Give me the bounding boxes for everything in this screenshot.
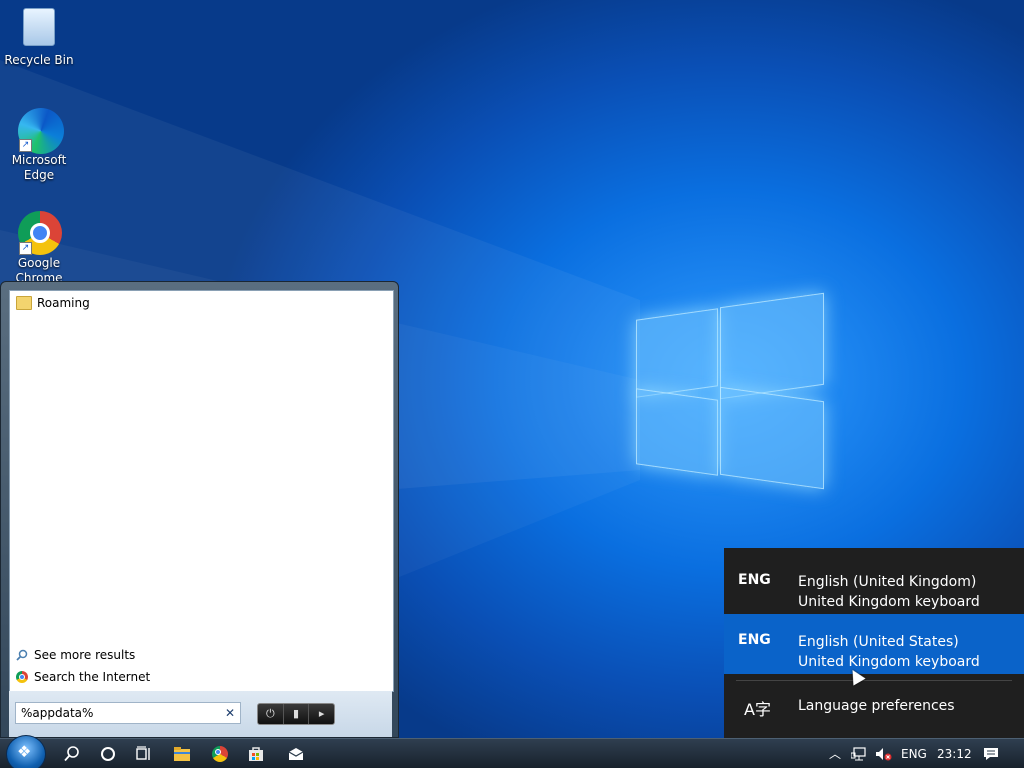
see-more-results-link[interactable]: See more results xyxy=(16,645,135,665)
search-results-panel: Roaming See more results Search the Inte… xyxy=(9,290,394,692)
desktop-icon-edge[interactable]: ↗ Microsoft Edge xyxy=(4,108,74,183)
shortcut-arrow-icon: ↗ xyxy=(19,139,32,152)
see-more-label: See more results xyxy=(34,648,136,662)
search-internet-link[interactable]: Search the Internet xyxy=(16,667,150,687)
search-input-value: %appdata% xyxy=(21,706,94,720)
language-preferences-link[interactable]: Language preferences xyxy=(798,698,955,714)
chrome-taskbar-button[interactable] xyxy=(203,739,237,768)
task-view-icon xyxy=(136,745,150,760)
show-hidden-icons-button[interactable]: ︿ xyxy=(829,739,841,768)
language-code: ENG xyxy=(738,632,771,648)
notification-icon xyxy=(984,747,998,760)
language-name: English (United Kingdom) xyxy=(798,574,977,590)
folder-icon xyxy=(16,296,32,310)
result-item-roaming[interactable]: Roaming xyxy=(16,293,90,313)
start-orb-button[interactable] xyxy=(6,735,46,768)
language-settings-icon: A字 xyxy=(744,700,771,719)
search-internet-label: Search the Internet xyxy=(34,670,151,684)
chrome-icon xyxy=(212,745,228,762)
language-option-en-gb[interactable]: ENG English (United Kingdom) United King… xyxy=(724,554,1024,614)
network-icon xyxy=(851,746,866,760)
language-flyout: ENG English (United Kingdom) United King… xyxy=(724,548,1024,738)
language-option-en-us[interactable]: ENG English (United States) United Kingd… xyxy=(724,614,1024,674)
start-search-input[interactable]: %appdata% ✕ xyxy=(15,702,241,724)
task-view-button[interactable] xyxy=(127,739,161,768)
search-icon xyxy=(64,745,79,761)
mail-button[interactable] xyxy=(279,739,313,768)
search-button[interactable] xyxy=(55,739,89,768)
network-tray-button[interactable] xyxy=(851,739,867,768)
desktop-icon-chrome[interactable]: ↗ Google Chrome xyxy=(4,211,74,286)
language-description: English (United Kingdom) United Kingdom … xyxy=(798,572,980,612)
power-button-group: ⏻ ▮ ▸ xyxy=(257,703,335,725)
result-label: Roaming xyxy=(37,296,90,310)
file-explorer-icon xyxy=(174,746,190,761)
cortana-button[interactable] xyxy=(91,739,125,768)
chevron-right-icon[interactable]: ▸ xyxy=(309,704,334,724)
chrome-icon xyxy=(16,671,28,683)
shortcut-arrow-icon: ↗ xyxy=(19,242,32,255)
store-button[interactable] xyxy=(239,739,273,768)
volume-tray-button[interactable] xyxy=(875,739,893,768)
volume-muted-icon xyxy=(876,747,892,760)
lock-icon[interactable]: ▮ xyxy=(284,704,310,724)
input-language-button[interactable]: ENG xyxy=(901,739,927,768)
language-code: ENG xyxy=(738,572,771,588)
clock-time: 23:12 xyxy=(937,746,972,761)
taskbar: ︿ ENG 23:12 xyxy=(0,735,1024,768)
input-language-label: ENG xyxy=(901,746,927,761)
language-description: English (United States) United Kingdom k… xyxy=(798,632,980,672)
power-icon[interactable]: ⏻ xyxy=(258,704,284,724)
divider xyxy=(736,680,1012,681)
language-name: English (United States) xyxy=(798,634,959,650)
start-menu: Roaming See more results Search the Inte… xyxy=(0,281,399,738)
file-explorer-button[interactable] xyxy=(165,739,199,768)
start-menu-bottom-bar: %appdata% ✕ ⏻ ▮ ▸ xyxy=(9,691,392,737)
windows-logo-wallpaper xyxy=(636,290,824,490)
desktop-icon-label: Microsoft Edge xyxy=(11,153,67,182)
recycle-bin-icon xyxy=(23,8,55,46)
keyboard-layout: United Kingdom keyboard xyxy=(798,594,980,610)
keyboard-layout: United Kingdom keyboard xyxy=(798,654,980,670)
store-icon xyxy=(249,746,263,761)
desktop-icon-recycle-bin[interactable]: Recycle Bin xyxy=(4,8,74,68)
clock[interactable]: 23:12 xyxy=(937,739,972,768)
cortana-icon xyxy=(101,746,115,761)
mail-icon xyxy=(288,747,304,760)
action-center-button[interactable] xyxy=(983,739,999,768)
magnifier-icon xyxy=(16,649,28,661)
clear-search-icon[interactable]: ✕ xyxy=(225,703,235,723)
desktop-icon-label: Recycle Bin xyxy=(4,53,74,67)
chevron-up-icon: ︿ xyxy=(829,747,842,761)
